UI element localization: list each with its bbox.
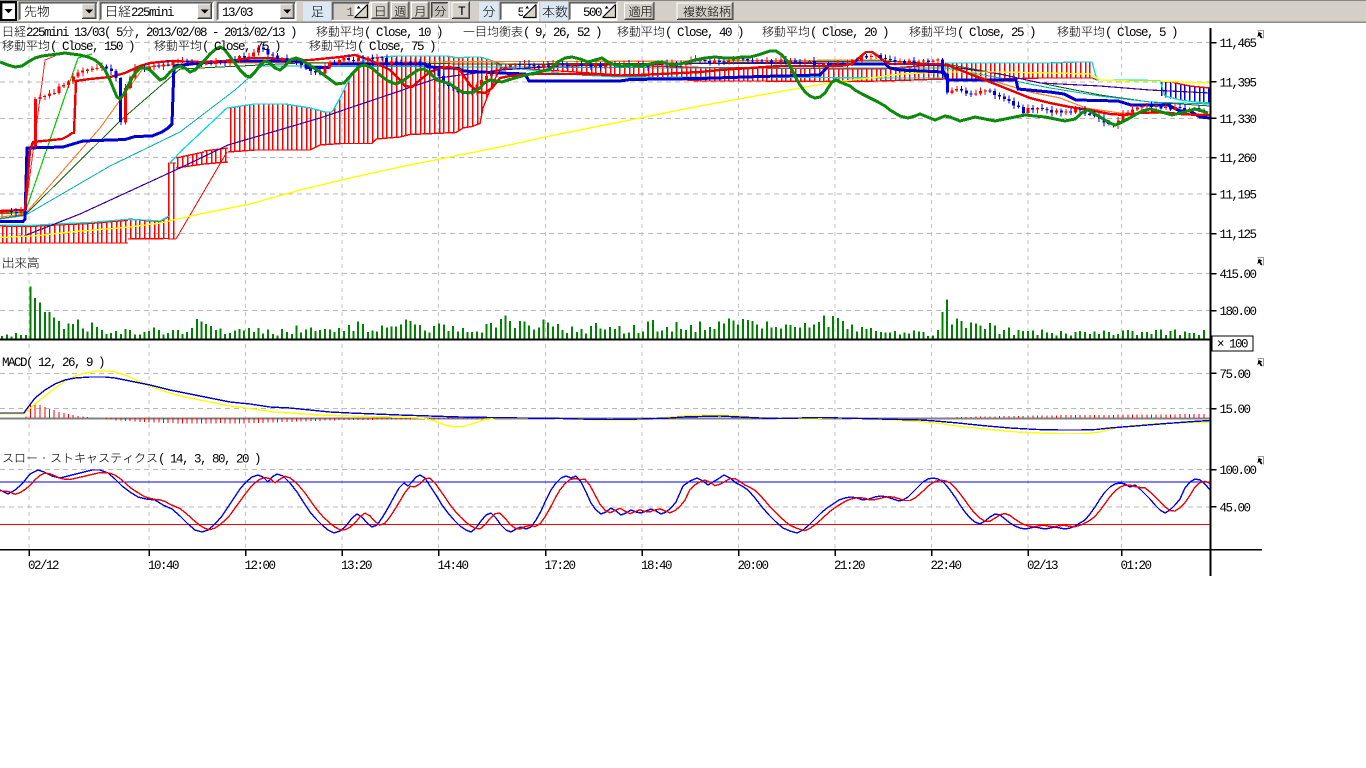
svg-text:45.00: 45.00: [1220, 501, 1251, 515]
svg-text:11,260: 11,260: [1220, 152, 1257, 166]
svg-text:11,465: 11,465: [1220, 37, 1257, 51]
svg-text:MACD( 12, 26, 9 ): MACD( 12, 26, 9 ): [2, 356, 104, 370]
svg-text:15.00: 15.00: [1220, 403, 1251, 417]
svg-text:17:20: 17:20: [545, 559, 576, 573]
svg-text:225mini 13/03( 5: 225mini 13/03( 5: [26, 26, 123, 40]
svg-text:( Close, 40 ): ( Close, 40 ): [665, 26, 743, 40]
svg-text:20:00: 20:00: [738, 559, 769, 573]
svg-text:( 9, 26, 52 ): ( 9, 26, 52 ): [523, 26, 601, 40]
svg-text:21:20: 21:20: [834, 559, 865, 573]
svg-text:11,395: 11,395: [1220, 76, 1257, 90]
svg-text:( Close, 75 ): ( Close, 75 ): [357, 40, 435, 54]
svg-text:( Close, 5 ): ( Close, 5 ): [1105, 26, 1177, 40]
svg-text:01:20: 01:20: [1121, 559, 1152, 573]
svg-text:× 100: × 100: [1217, 338, 1248, 352]
svg-text:( Close, 20 ): ( Close, 20 ): [810, 26, 888, 40]
svg-text:11,125: 11,125: [1220, 228, 1257, 242]
svg-text:14:40: 14:40: [438, 559, 469, 573]
svg-text:( Close, 75 ): ( Close, 75 ): [202, 40, 280, 54]
svg-text:18:40: 18:40: [641, 559, 672, 573]
svg-text:415.00: 415.00: [1220, 268, 1257, 282]
svg-text:180.00: 180.00: [1220, 305, 1257, 319]
svg-text:11,195: 11,195: [1220, 189, 1257, 203]
svg-text:500: 500: [583, 6, 602, 20]
svg-text:13/03: 13/03: [222, 6, 253, 20]
svg-text:10:40: 10:40: [148, 559, 179, 573]
svg-text:1: 1: [347, 6, 354, 20]
svg-text:75.00: 75.00: [1220, 368, 1251, 382]
svg-text:( Close, 10 ): ( Close, 10 ): [364, 26, 442, 40]
svg-text:225mini: 225mini: [131, 6, 174, 20]
svg-text:( Close, 150 ): ( Close, 150 ): [50, 40, 134, 54]
svg-text:( 14, 3, 80, 20 ): ( 14, 3, 80, 20 ): [158, 453, 260, 467]
svg-text:02/13: 02/13: [1027, 559, 1058, 573]
svg-text:( Close, 25 ): ( Close, 25 ): [957, 26, 1035, 40]
svg-text:, 2013/02/08 - 2013/02/13 ): , 2013/02/08 - 2013/02/13 ): [134, 26, 296, 40]
svg-text:100.00: 100.00: [1220, 464, 1257, 478]
svg-text:02/12: 02/12: [28, 559, 59, 573]
svg-text:22:40: 22:40: [931, 559, 962, 573]
svg-text:13:20: 13:20: [341, 559, 372, 573]
svg-text:12:00: 12:00: [245, 559, 276, 573]
svg-text:11,330: 11,330: [1220, 113, 1257, 127]
